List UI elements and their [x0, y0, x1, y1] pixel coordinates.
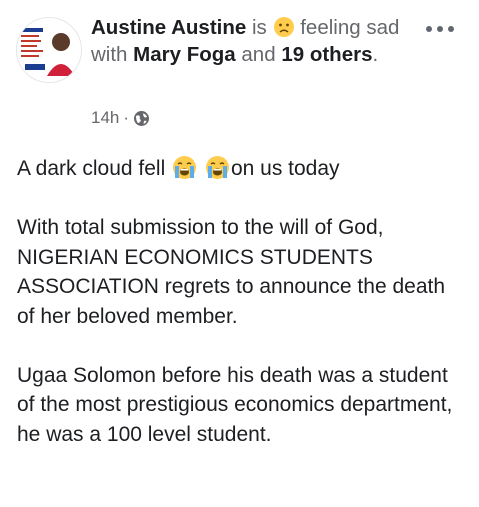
more-options-icon[interactable] — [426, 22, 456, 36]
post-paragraph-3: Ugaa Solomon before his death was a stud… — [17, 363, 453, 446]
avatar-image — [17, 18, 81, 82]
and-text: and — [241, 43, 276, 66]
post-line-1: A dark cloud fell on us today — [17, 154, 467, 184]
dot — [426, 26, 432, 32]
line1-end: on us today — [230, 157, 340, 180]
author-avatar[interactable] — [16, 17, 82, 83]
dot — [437, 26, 443, 32]
globe-icon[interactable] — [133, 110, 150, 127]
crying-face-emoji-icon — [205, 156, 229, 179]
crying-face-emoji-icon — [173, 156, 197, 179]
post-header: Austine Austine is feeling sad with Mary… — [91, 14, 421, 68]
meta-separator: · — [123, 108, 130, 127]
line1-start: A dark cloud fell — [17, 157, 166, 180]
period: . — [372, 43, 379, 66]
sad-face-emoji-icon — [273, 17, 294, 37]
tagged-user[interactable]: Mary Foga — [133, 43, 236, 66]
post-body: A dark cloud fell on us today With total… — [17, 154, 467, 479]
post-timestamp[interactable]: 14h — [91, 108, 119, 128]
tagged-others-link[interactable]: 19 others — [281, 43, 372, 66]
post-meta: 14h · — [91, 108, 150, 128]
is-text: is — [252, 16, 267, 39]
dot — [448, 26, 454, 32]
author-name[interactable]: Austine Austine — [91, 16, 246, 39]
post-paragraph-2: With total submission to the will of God… — [17, 216, 446, 328]
